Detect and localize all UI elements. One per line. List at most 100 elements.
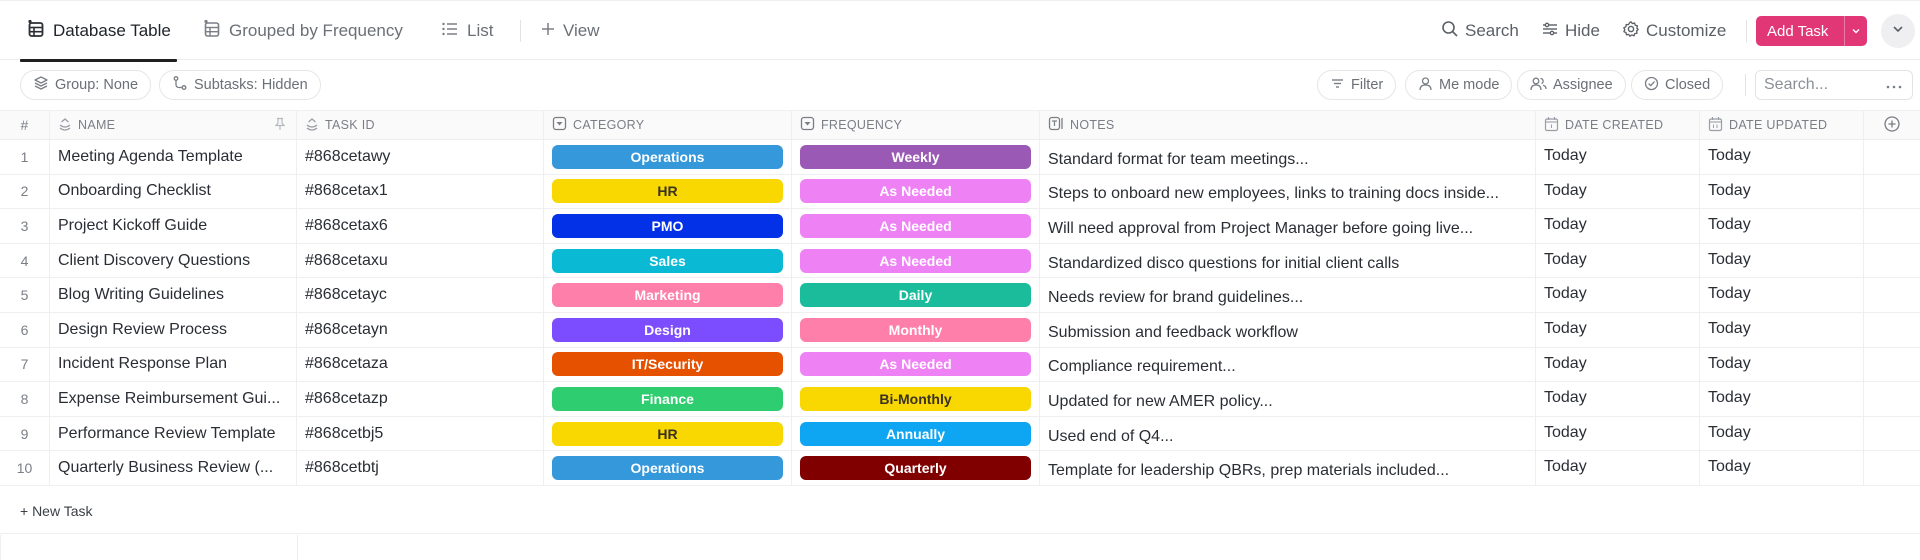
category-badge[interactable]: Design <box>552 317 783 342</box>
frequency-badge[interactable]: As Needed <box>800 213 1031 238</box>
category-cell[interactable]: Marketing <box>544 278 792 312</box>
frequency-cell[interactable]: Weekly <box>792 140 1040 174</box>
task-name-cell[interactable]: Performance Review Template <box>50 416 297 451</box>
frequency-cell[interactable]: As Needed <box>792 209 1040 243</box>
category-cell[interactable]: HR <box>544 416 792 451</box>
closed-button[interactable]: Closed <box>1631 70 1724 100</box>
task-name[interactable]: Client Discovery Questions <box>58 252 250 270</box>
task-name-cell[interactable]: Meeting Agenda Template <box>50 140 297 174</box>
column-header-date-updated[interactable]: DATE UPDATED <box>1700 111 1864 139</box>
tab-list[interactable]: List <box>440 1 493 61</box>
filter-button[interactable]: Filter <box>1317 70 1397 100</box>
frequency-badge[interactable]: As Needed <box>800 352 1031 377</box>
category-badge[interactable]: PMO <box>552 213 783 238</box>
task-name-cell[interactable]: Onboarding Checklist <box>50 174 297 209</box>
category-cell[interactable]: Design <box>544 312 792 347</box>
collapse-toolbar-button[interactable] <box>1881 14 1915 48</box>
table-row[interactable]: 5 Blog Writing Guidelines #868cetayc Mar… <box>0 278 1920 313</box>
task-name[interactable]: Project Kickoff Guide <box>58 217 207 235</box>
tab-grouped-by-frequency[interactable]: Grouped by Frequency <box>202 1 403 61</box>
table-row[interactable]: 4 Client Discovery Questions #868cetaxu … <box>0 243 1920 279</box>
notes-cell[interactable]: Standard format for team meetings... <box>1040 140 1536 174</box>
date-updated-cell[interactable]: Today <box>1700 451 1864 485</box>
task-name[interactable]: Meeting Agenda Template <box>58 148 243 166</box>
date-created-cell[interactable]: Today <box>1536 140 1700 174</box>
column-header-task-id[interactable]: TASK ID <box>297 111 544 139</box>
group-by-button[interactable]: Group: None <box>20 70 152 100</box>
table-row[interactable]: 1 Meeting Agenda Template #868cetawy Ope… <box>0 140 1920 175</box>
frequency-badge[interactable]: Weekly <box>800 144 1031 169</box>
customize-button[interactable]: Customize <box>1622 1 1726 61</box>
column-header-frequency[interactable]: FREQUENCY <box>792 111 1040 139</box>
date-created-cell[interactable]: Today <box>1536 312 1700 347</box>
task-name-cell[interactable]: Quarterly Business Review (... <box>50 451 297 485</box>
frequency-cell[interactable]: Quarterly <box>792 451 1040 485</box>
pin-icon[interactable] <box>274 117 286 134</box>
frequency-badge[interactable]: Quarterly <box>800 456 1031 481</box>
notes-cell[interactable]: Template for leadership QBRs, prep mater… <box>1040 451 1536 485</box>
category-badge[interactable]: Sales <box>552 248 783 273</box>
notes-cell[interactable]: Compliance requirement... <box>1040 347 1536 382</box>
category-badge[interactable]: Finance <box>552 386 783 411</box>
task-name[interactable]: Expense Reimbursement Gui... <box>58 390 280 408</box>
date-updated-cell[interactable]: Today <box>1700 174 1864 209</box>
date-created-cell[interactable]: Today <box>1536 416 1700 451</box>
task-name-cell[interactable]: Incident Response Plan <box>50 347 297 382</box>
category-badge[interactable]: Marketing <box>552 283 783 308</box>
category-cell[interactable]: Finance <box>544 382 792 416</box>
assignee-button[interactable]: Assignee <box>1517 70 1626 100</box>
notes-cell[interactable]: Submission and feedback workflow <box>1040 312 1536 347</box>
frequency-badge[interactable]: Daily <box>800 283 1031 308</box>
frequency-cell[interactable]: As Needed <box>792 243 1040 278</box>
column-header-category[interactable]: CATEGORY <box>544 111 792 139</box>
table-row[interactable]: 7 Incident Response Plan #868cetaza IT/S… <box>0 347 1920 383</box>
task-name[interactable]: Onboarding Checklist <box>58 182 211 200</box>
task-name[interactable]: Quarterly Business Review (... <box>58 459 273 477</box>
notes-cell[interactable]: Needs review for brand guidelines... <box>1040 278 1536 312</box>
tab-database-table[interactable]: Database Table <box>20 1 177 62</box>
add-task-button[interactable]: Add Task <box>1756 16 1867 46</box>
notes-cell[interactable]: Updated for new AMER policy... <box>1040 382 1536 416</box>
hide-button[interactable]: Hide <box>1541 1 1600 61</box>
date-updated-cell[interactable]: Today <box>1700 382 1864 416</box>
date-created-cell[interactable]: Today <box>1536 209 1700 243</box>
category-badge[interactable]: HR <box>552 421 783 446</box>
table-row[interactable]: 10 Quarterly Business Review (... #868ce… <box>0 451 1920 486</box>
new-task-button[interactable]: + New Task <box>0 488 1920 534</box>
column-header-name[interactable]: NAME <box>50 111 297 139</box>
me-mode-button[interactable]: Me mode <box>1405 70 1513 100</box>
table-row[interactable]: 2 Onboarding Checklist #868cetax1 HR As … <box>0 174 1920 210</box>
category-badge[interactable]: IT/Security <box>552 352 783 377</box>
task-name-cell[interactable]: Client Discovery Questions <box>50 243 297 278</box>
table-row[interactable]: 3 Project Kickoff Guide #868cetax6 PMO A… <box>0 209 1920 244</box>
search-button[interactable]: Search <box>1441 1 1519 61</box>
date-created-cell[interactable]: Today <box>1536 174 1700 209</box>
category-cell[interactable]: Operations <box>544 140 792 174</box>
category-badge[interactable]: Operations <box>552 456 783 481</box>
date-created-cell[interactable]: Today <box>1536 382 1700 416</box>
category-badge[interactable]: Operations <box>552 144 783 169</box>
add-task-main[interactable]: Add Task <box>1756 16 1844 46</box>
add-task-dropdown[interactable] <box>1844 16 1867 46</box>
notes-cell[interactable]: Steps to onboard new employees, links to… <box>1040 174 1536 209</box>
task-name[interactable]: Performance Review Template <box>58 425 276 443</box>
table-row[interactable]: 6 Design Review Process #868cetayn Desig… <box>0 312 1920 348</box>
frequency-cell[interactable]: Monthly <box>792 312 1040 347</box>
date-updated-cell[interactable]: Today <box>1700 278 1864 312</box>
date-updated-cell[interactable]: Today <box>1700 140 1864 174</box>
notes-cell[interactable]: Will need approval from Project Manager … <box>1040 209 1536 243</box>
frequency-cell[interactable]: As Needed <box>792 347 1040 382</box>
more-options-icon[interactable] <box>1886 76 1902 94</box>
category-cell[interactable]: HR <box>544 174 792 209</box>
frequency-cell[interactable]: Annually <box>792 416 1040 451</box>
task-name[interactable]: Incident Response Plan <box>58 355 227 373</box>
category-cell[interactable]: Operations <box>544 451 792 485</box>
frequency-badge[interactable]: As Needed <box>800 248 1031 273</box>
task-name-cell[interactable]: Project Kickoff Guide <box>50 209 297 243</box>
frequency-badge[interactable]: Bi-Monthly <box>800 386 1031 411</box>
date-updated-cell[interactable]: Today <box>1700 416 1864 451</box>
frequency-badge[interactable]: Monthly <box>800 317 1031 342</box>
date-updated-cell[interactable]: Today <box>1700 312 1864 347</box>
date-updated-cell[interactable]: Today <box>1700 243 1864 278</box>
notes-cell[interactable]: Used end of Q4... <box>1040 416 1536 451</box>
